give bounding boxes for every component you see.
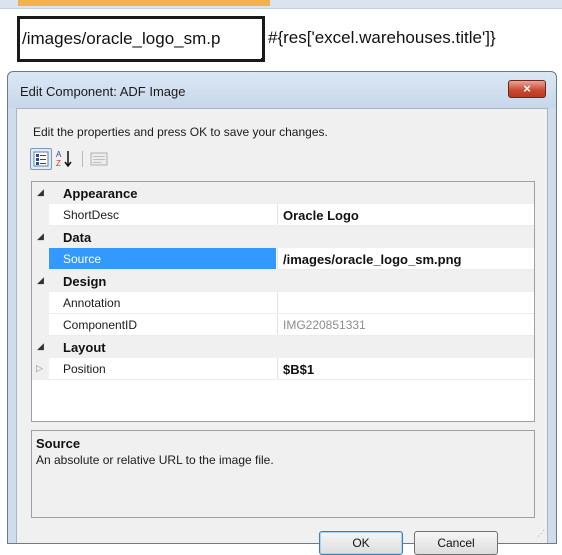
property-value: IMG220851331 [283,318,366,332]
collapse-triangle-icon[interactable]: ◢ [37,231,44,242]
category-layout[interactable]: ◢ Layout [32,336,534,358]
property-value-field: IMG220851331 [277,314,534,336]
close-icon: × [523,81,531,96]
category-appearance[interactable]: ◢ Appearance [32,182,534,204]
property-value-field[interactable] [277,292,534,314]
property-value: Oracle Logo [283,208,359,223]
property-pages-button[interactable] [88,148,110,170]
property-row-annotation[interactable]: Annotation [32,292,534,314]
category-data[interactable]: ◢ Data [32,226,534,248]
categorized-icon [33,151,49,167]
property-pages-icon [90,152,108,166]
dialog-titlebar[interactable]: Edit Component: ADF Image × [8,72,556,108]
property-name: ShortDesc [63,208,120,222]
cancel-button[interactable]: Cancel [414,531,498,555]
fill-handle[interactable] [261,58,262,59]
property-name: Source [63,252,102,266]
property-row-position[interactable]: ▷ Position $B$1 [32,358,534,380]
spreadsheet-strip: /images/oracle_logo_sm.p #{res['excel.wa… [0,0,562,62]
sort-alphabetical-button[interactable]: A Z [54,148,76,170]
property-value-field[interactable]: Oracle Logo [277,204,534,226]
description-title: Source [36,436,81,451]
cell-a1-text: /images/oracle_logo_sm.p [22,29,221,48]
sort-az-icon: A Z [56,150,72,168]
ok-button[interactable]: OK [319,531,403,555]
property-row-source[interactable]: Source /images/oracle_logo_sm.png [32,248,534,270]
dialog-title: Edit Component: ADF Image [20,84,186,99]
selected-column-indicator [18,0,270,6]
property-row-componentid[interactable]: ComponentID IMG220851331 [32,314,534,336]
dialog-body: Edit the properties and press OK to save… [16,108,548,555]
description-text: An absolute or relative URL to the image… [36,453,274,467]
property-grid: ◢ Appearance ShortDesc Oracle Logo ◢ Dat… [31,181,535,422]
categorized-button[interactable] [30,148,52,170]
category-label: Design [63,274,107,289]
category-label: Layout [63,340,106,355]
resize-grip-icon[interactable]: ⋰ [535,530,545,541]
property-toolbar: A Z [30,148,190,170]
close-button[interactable]: × [508,80,546,98]
property-row-shortdesc[interactable]: ShortDesc Oracle Logo [32,204,534,226]
toolbar-separator [82,151,83,167]
property-name: ComponentID [63,318,138,332]
cell-b1-text: #{res['excel.warehouses.title']} [268,28,496,47]
edit-component-dialog: Edit Component: ADF Image × Edit the pro… [7,71,557,555]
instructions-text: Edit the properties and press OK to save… [33,125,328,139]
property-name: Annotation [63,296,121,310]
cell-b1[interactable]: #{res['excel.warehouses.title']} [268,16,562,62]
category-label: Appearance [63,186,138,201]
svg-text:Z: Z [56,159,61,168]
collapse-triangle-icon[interactable]: ◢ [37,275,44,286]
property-value-field[interactable]: /images/oracle_logo_sm.png [277,248,534,270]
property-value-field[interactable]: $B$1 [277,358,534,380]
svg-text:A: A [56,150,62,159]
property-value: $B$1 [283,362,315,377]
selected-cell-a1[interactable]: /images/oracle_logo_sm.p [17,16,265,62]
collapse-triangle-icon[interactable]: ◢ [37,187,44,198]
property-value: /images/oracle_logo_sm.png [283,252,462,267]
category-label: Data [63,230,92,245]
property-name: Position [63,362,106,376]
description-panel: Source An absolute or relative URL to th… [31,430,535,518]
collapse-triangle-icon[interactable]: ◢ [37,341,44,352]
expand-triangle-icon[interactable]: ▷ [36,363,43,374]
category-design[interactable]: ◢ Design [32,270,534,292]
